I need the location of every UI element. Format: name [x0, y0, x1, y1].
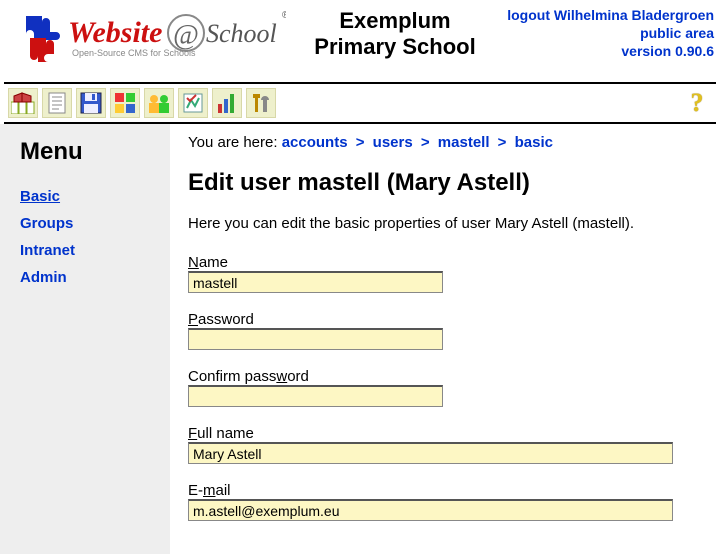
breadcrumb-mastell[interactable]: mastell [438, 134, 490, 151]
content: You are here: accounts > users > mastell… [170, 124, 720, 554]
public-area-link[interactable]: public area [640, 25, 714, 41]
breadcrumb-accounts[interactable]: accounts [282, 134, 348, 151]
site-title-line2: Primary School [296, 34, 494, 60]
input-name[interactable] [188, 271, 443, 293]
sidebar-item-intranet[interactable]: Intranet [20, 242, 75, 259]
user-links: logout Wilhelmina Bladergroen public are… [494, 4, 714, 61]
field-confirm-password: Confirm password [188, 368, 710, 407]
breadcrumb-basic[interactable]: basic [515, 134, 553, 151]
field-password: Password [188, 311, 710, 350]
logout-link[interactable]: logout Wilhelmina Bladergroen [507, 7, 714, 23]
label-confirm-password: Confirm password [188, 368, 710, 385]
save-icon[interactable] [76, 88, 106, 118]
page-heading: Edit user mastell (Mary Astell) [188, 169, 710, 197]
tools-icon[interactable] [246, 88, 276, 118]
breadcrumb: You are here: accounts > users > mastell… [188, 134, 710, 151]
logo-at-icon: @ [173, 20, 199, 51]
help-icon[interactable]: ? [682, 88, 712, 118]
label-fullname: Full name [188, 425, 710, 442]
site-title-line1: Exemplum [296, 8, 494, 34]
field-name: Name [188, 254, 710, 293]
field-email: E-mail [188, 482, 710, 521]
sidebar-item-groups[interactable]: Groups [20, 215, 73, 232]
header: Website @ School Open-Source CMS for Sch… [0, 0, 720, 68]
home-icon[interactable] [8, 88, 38, 118]
site-title: Exemplum Primary School [296, 4, 494, 61]
main: Menu Basic Groups Intranet Admin You are… [0, 124, 720, 554]
version-link[interactable]: version 0.90.6 [621, 43, 714, 59]
sidebar-item-basic[interactable]: Basic [20, 188, 60, 205]
input-fullname[interactable] [188, 442, 673, 464]
breadcrumb-users[interactable]: users [373, 134, 413, 151]
input-confirm-password[interactable] [188, 385, 443, 407]
logo-text-website: Website [68, 16, 162, 49]
users-icon[interactable] [144, 88, 174, 118]
website-at-school-logo: Website @ School Open-Source CMS for Sch… [6, 6, 286, 66]
page-icon[interactable] [42, 88, 72, 118]
toolbar: ? [4, 82, 716, 124]
label-email: E-mail [188, 482, 710, 499]
sidebar-title: Menu [20, 138, 170, 166]
sidebar: Menu Basic Groups Intranet Admin [0, 124, 170, 554]
field-fullname: Full name [188, 425, 710, 464]
config-icon[interactable] [178, 88, 208, 118]
page-intro: Here you can edit the basic properties o… [188, 215, 710, 232]
label-password: Password [188, 311, 710, 328]
breadcrumb-prefix: You are here: [188, 134, 282, 151]
label-name: Name [188, 254, 710, 271]
svg-text:®: ® [282, 10, 286, 21]
logo: Website @ School Open-Source CMS for Sch… [6, 4, 296, 66]
input-email[interactable] [188, 499, 673, 521]
modules-icon[interactable] [110, 88, 140, 118]
input-password[interactable] [188, 328, 443, 350]
sidebar-item-admin[interactable]: Admin [20, 269, 67, 286]
logo-tagline: Open-Source CMS for Schools [72, 48, 196, 58]
logo-text-school: School [206, 19, 277, 48]
stats-icon[interactable] [212, 88, 242, 118]
